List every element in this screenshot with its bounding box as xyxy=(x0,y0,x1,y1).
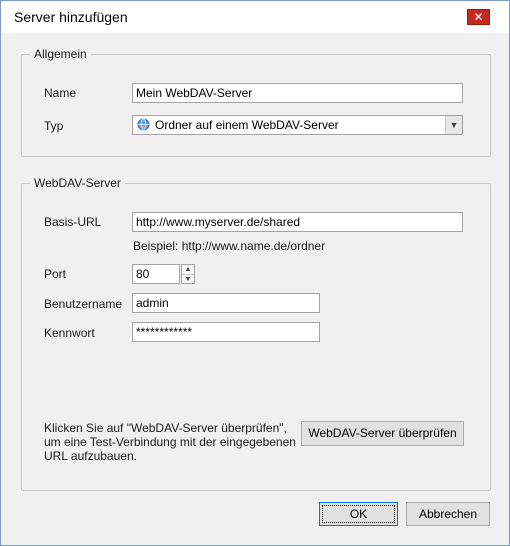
password-label: Kennwort xyxy=(44,326,95,340)
dialog-window: Server hinzufügen ✕ Allgemein Name Typ O… xyxy=(0,0,510,546)
type-value: Ordner auf einem WebDAV-Server xyxy=(155,118,339,132)
title-bar[interactable]: Server hinzufügen ✕ xyxy=(1,1,509,33)
close-icon: ✕ xyxy=(473,10,484,24)
general-group: Allgemein xyxy=(21,47,491,157)
port-label: Port xyxy=(44,267,67,281)
stepper-down-icon[interactable]: ▼ xyxy=(182,275,194,284)
focus-rect xyxy=(322,505,395,523)
cancel-label: Abbrechen xyxy=(418,507,478,521)
url-example: Beispiel: http://www.name.de/ordner xyxy=(133,239,326,253)
close-button[interactable]: ✕ xyxy=(467,9,490,25)
username-input[interactable] xyxy=(132,293,320,313)
check-server-button[interactable]: WebDAV-Server überprüfen xyxy=(301,421,464,446)
type-label: Typ xyxy=(44,119,64,133)
name-label: Name xyxy=(44,86,77,100)
general-legend: Allgemein xyxy=(30,47,91,61)
username-label: Benutzername xyxy=(44,297,123,311)
stepper-up-icon[interactable]: ▲ xyxy=(182,265,194,275)
hint-line: URL aufzubauen. xyxy=(44,449,137,463)
port-input[interactable] xyxy=(132,264,180,284)
globe-icon xyxy=(137,118,150,131)
check-server-label: WebDAV-Server überprüfen xyxy=(308,426,457,440)
dropdown-button[interactable]: ▼ xyxy=(445,116,462,134)
dialog-content: Allgemein Name Typ Ordner auf einem WebD… xyxy=(1,33,509,545)
chevron-down-icon: ▼ xyxy=(449,120,459,130)
url-label: Basis-URL xyxy=(44,215,102,229)
name-input[interactable] xyxy=(132,83,463,103)
hint-line: um eine Test-Verbindung mit der eingegeb… xyxy=(44,435,296,449)
password-input[interactable] xyxy=(132,322,320,342)
webdav-legend: WebDAV-Server xyxy=(30,176,125,190)
ok-button[interactable]: OK xyxy=(319,502,398,526)
dialog-title: Server hinzufügen xyxy=(14,9,128,25)
hint-line: Klicken Sie auf "WebDAV-Server überprüfe… xyxy=(44,421,287,435)
cancel-button[interactable]: Abbrechen xyxy=(406,502,490,526)
check-hint: Klicken Sie auf "WebDAV-Server überprüfe… xyxy=(44,421,296,463)
url-input[interactable] xyxy=(132,212,463,232)
type-dropdown[interactable]: Ordner auf einem WebDAV-Server ▼ xyxy=(132,115,463,135)
port-stepper[interactable]: ▲ ▼ xyxy=(181,264,195,284)
